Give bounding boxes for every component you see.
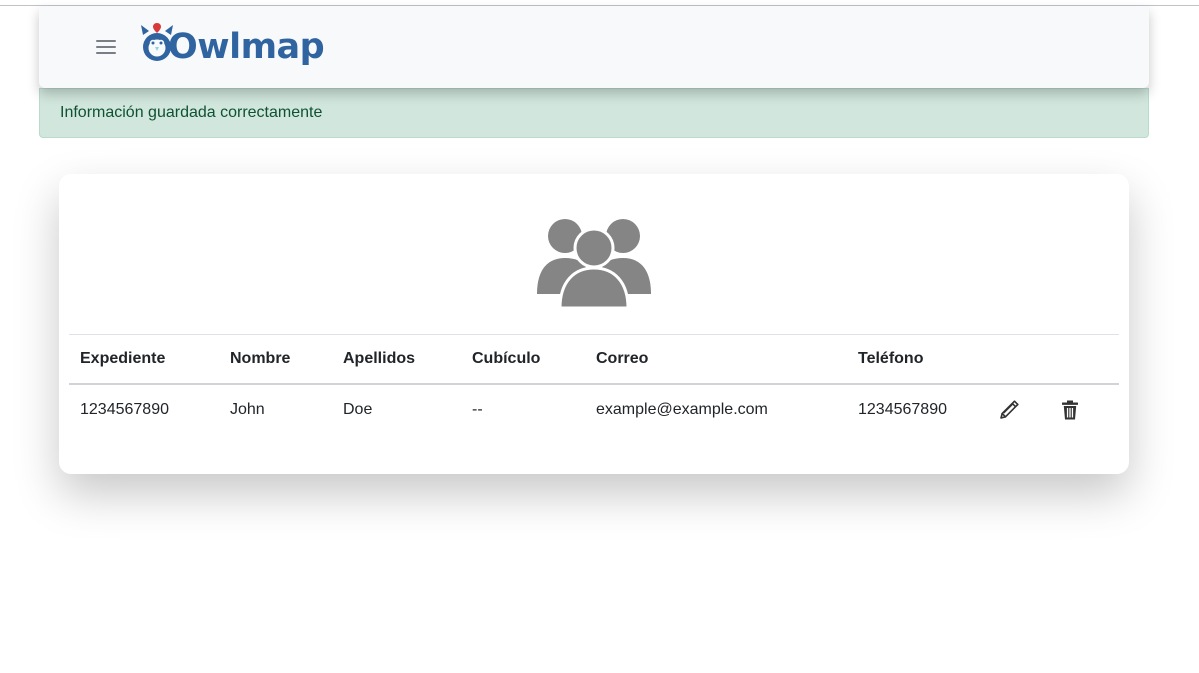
column-header: Correo: [585, 334, 847, 385]
cell-delete: [1058, 384, 1119, 435]
trash-delete-icon[interactable]: [1058, 398, 1082, 422]
pencil-edit-icon[interactable]: [997, 398, 1021, 422]
success-alert: Información guardada correctamente: [39, 88, 1149, 138]
column-header: Expediente: [69, 334, 219, 385]
users-group-icon: [537, 219, 651, 308]
column-header: Cubículo: [461, 334, 585, 385]
cell-expediente: 1234567890: [80, 401, 169, 418]
cell-cubiculo: --: [472, 401, 483, 418]
navbar: Owlmap: [39, 6, 1149, 88]
cell-edit: [997, 384, 1058, 435]
owlmap-logo[interactable]: Owlmap: [140, 19, 325, 73]
cell-apellidos: Doe: [343, 401, 373, 418]
column-header: Apellidos: [332, 334, 461, 385]
column-header-actions: [997, 334, 1058, 385]
cell-correo: example@example.com: [596, 401, 768, 418]
users-table: Expediente Nombre Apellidos Cubículo Cor…: [69, 334, 1119, 435]
column-header-actions: [1058, 334, 1119, 385]
table-row: 1234567890 John Doe -- example@example.c…: [69, 384, 1119, 435]
cell-telefono: 1234567890: [858, 401, 947, 418]
column-header: Nombre: [219, 334, 332, 385]
alert-message: Información guardada correctamente: [60, 104, 323, 121]
logo-text: Owlmap: [168, 27, 325, 67]
users-card: Expediente Nombre Apellidos Cubículo Cor…: [59, 174, 1129, 474]
table-header-row: Expediente Nombre Apellidos Cubículo Cor…: [69, 334, 1119, 385]
hamburger-menu-icon[interactable]: [93, 37, 119, 57]
cell-nombre: John: [230, 401, 265, 418]
column-header: Teléfono: [847, 334, 997, 385]
